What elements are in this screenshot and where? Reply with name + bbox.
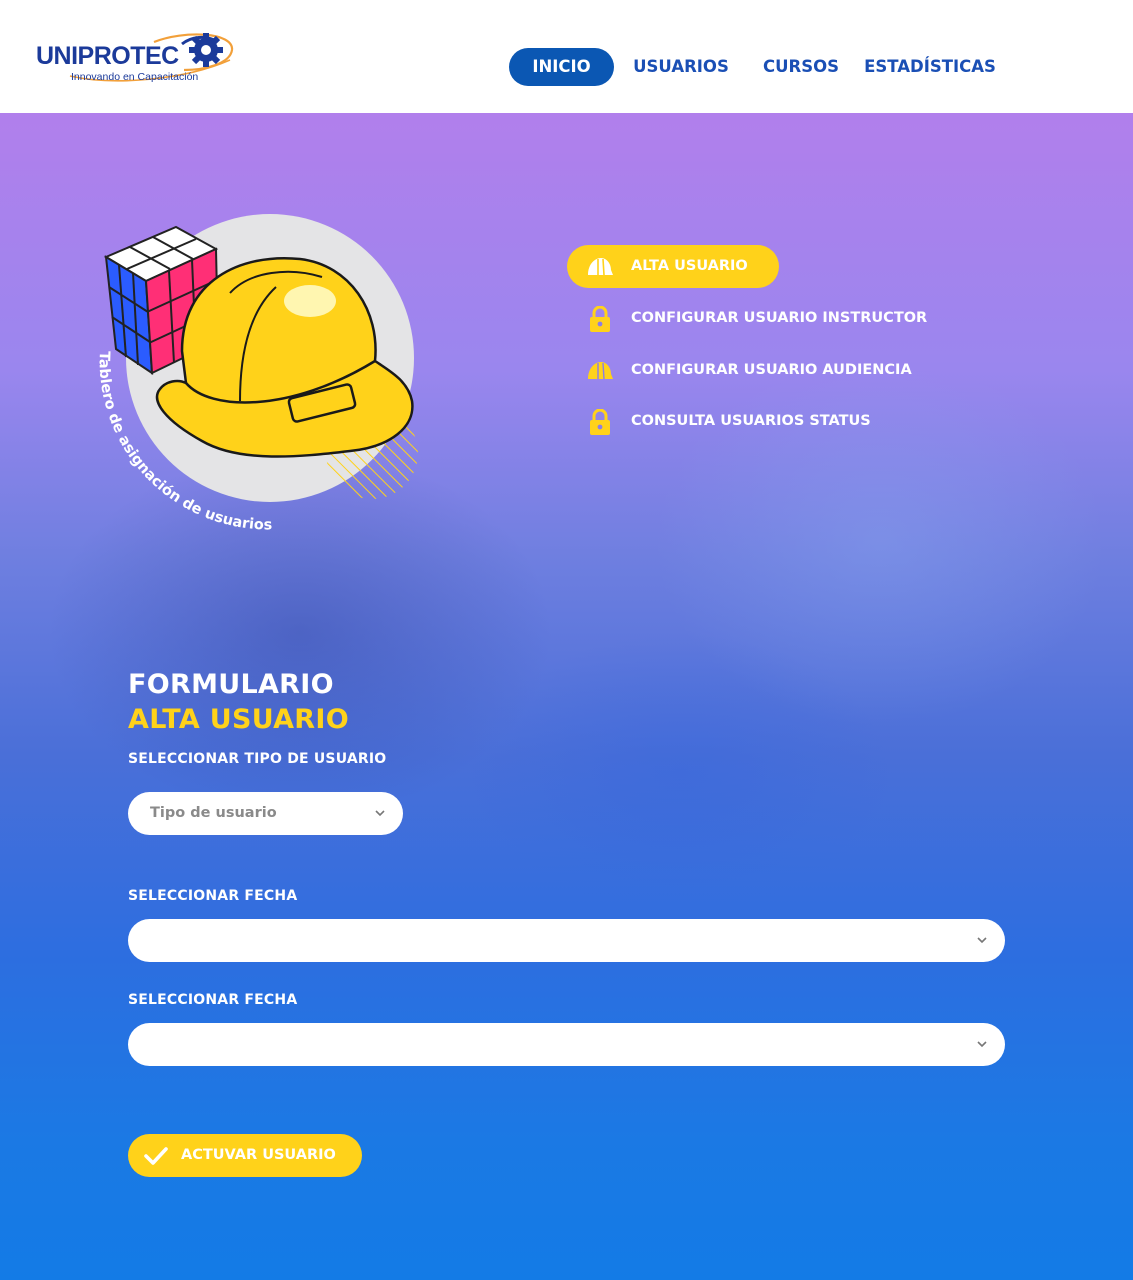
- user-type-select[interactable]: Tipo de usuario: [128, 792, 403, 835]
- menu-item-alta-usuario[interactable]: ALTA USUARIO: [567, 245, 779, 288]
- nav-estadisticas[interactable]: ESTADÍSTICAS: [860, 48, 1000, 86]
- activate-user-label: ACTUVAR USUARIO: [181, 1147, 336, 1163]
- menu-item-label: CONSULTA USUARIOS STATUS: [631, 413, 871, 429]
- helmet-icon: [588, 258, 613, 276]
- main-content: Tablero de asignación de usuarios ALTA U…: [0, 113, 1133, 1280]
- nav-usuarios[interactable]: USUARIOS: [627, 48, 735, 86]
- menu-item-label: ALTA USUARIO: [631, 258, 748, 274]
- date-2-select[interactable]: [128, 1023, 1005, 1066]
- chevron-down-icon: [375, 810, 385, 817]
- menu-item-consulta-status[interactable]: CONSULTA USUARIOS STATUS: [567, 400, 987, 443]
- date-1-label: SELECCIONAR FECHA: [128, 888, 298, 904]
- menu-item-label: CONFIGURAR USUARIO INSTRUCTOR: [631, 310, 928, 326]
- main-nav: INICIO USUARIOS CURSOS ESTADÍSTICAS: [0, 48, 1133, 86]
- top-header: UNIPROTEC Innovando en Capacitación INIC…: [0, 0, 1133, 113]
- date-1-select[interactable]: [128, 919, 1005, 962]
- helmet-icon: [588, 362, 613, 380]
- hero-illustration: Tablero de asignación de usuarios: [90, 201, 430, 533]
- lock-icon: [590, 306, 610, 332]
- nav-inicio[interactable]: INICIO: [509, 48, 614, 86]
- checkmark-icon: [144, 1147, 168, 1165]
- form-subtitle: ALTA USUARIO: [128, 704, 349, 735]
- menu-item-label: CONFIGURAR USUARIO AUDIENCIA: [631, 362, 912, 378]
- menu-item-configurar-instructor[interactable]: CONFIGURAR USUARIO INSTRUCTOR: [567, 297, 987, 340]
- user-type-placeholder: Tipo de usuario: [150, 805, 277, 821]
- chevron-down-icon: [977, 937, 987, 944]
- user-type-label: SELECCIONAR TIPO DE USUARIO: [128, 751, 387, 767]
- activate-user-button[interactable]: ACTUVAR USUARIO: [128, 1134, 362, 1177]
- menu-item-configurar-audiencia[interactable]: CONFIGURAR USUARIO AUDIENCIA: [567, 349, 987, 392]
- lock-icon: [590, 409, 610, 435]
- form-title: FORMULARIO: [128, 669, 334, 700]
- date-2-label: SELECCIONAR FECHA: [128, 992, 298, 1008]
- nav-cursos[interactable]: CURSOS: [757, 48, 845, 86]
- chevron-down-icon: [977, 1041, 987, 1048]
